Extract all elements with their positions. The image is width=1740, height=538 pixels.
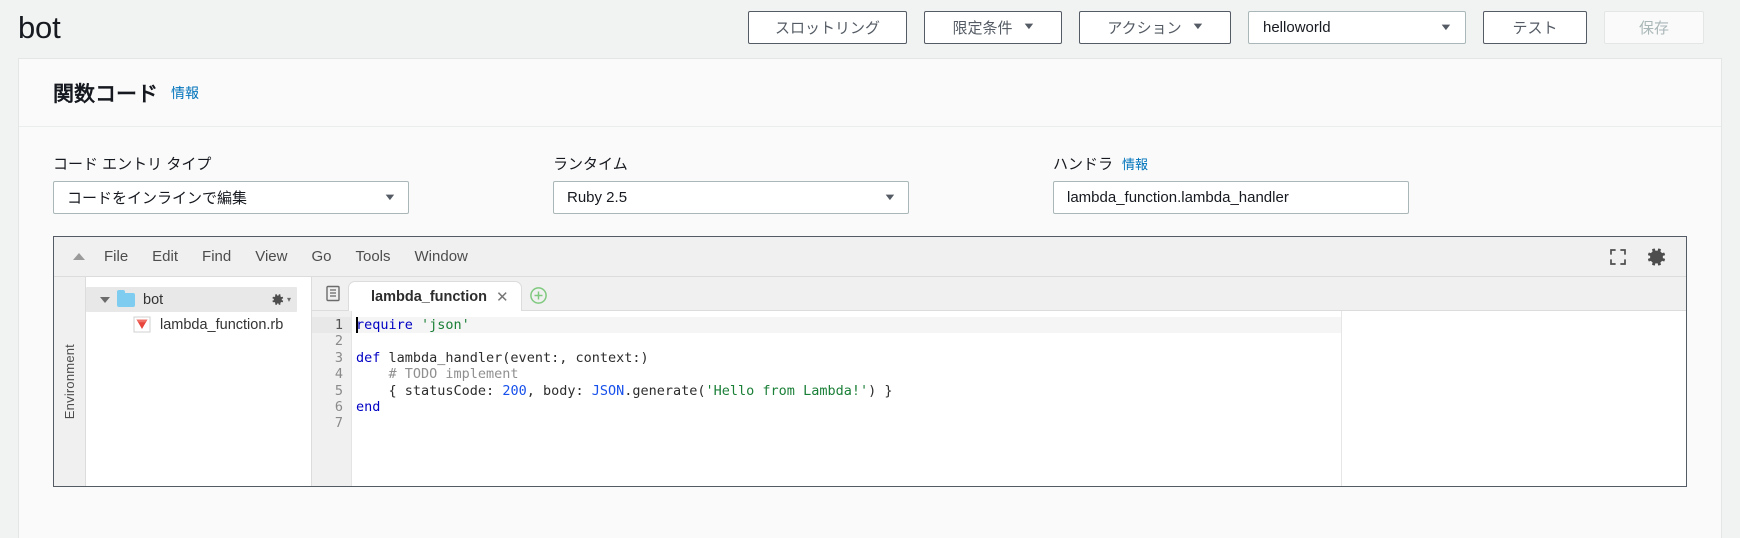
- environment-rail-label: Environment: [62, 343, 77, 420]
- menu-item-find[interactable]: Find: [190, 243, 243, 271]
- folder-icon: [117, 289, 135, 307]
- handler-input[interactable]: lambda_function.lambda_handler: [1053, 181, 1409, 214]
- throttle-button-label: スロットリング: [774, 19, 880, 37]
- runtime-field: ランタイム Ruby 2.5 ▼: [553, 153, 1053, 214]
- test-button-label: テスト: [1512, 19, 1558, 37]
- code-token-end: end: [356, 399, 381, 416]
- code-token-status-b: , body:: [526, 382, 592, 399]
- top-toolbar: bot スロットリング 限定条件 ▼ アクション ▼ helloworld ▼ …: [0, 0, 1740, 54]
- line-number: 1: [312, 317, 351, 334]
- handler-label-text: ハンドラ: [1053, 155, 1114, 173]
- throttle-button[interactable]: スロットリング: [748, 10, 907, 44]
- runtime-select[interactable]: Ruby 2.5 ▼: [553, 181, 909, 214]
- handler-info-link[interactable]: 情報: [1122, 154, 1148, 173]
- panel-header: 関数コード 情報: [19, 59, 1721, 127]
- save-button-label: 保存: [1638, 19, 1669, 37]
- code-token-require: require: [356, 317, 413, 333]
- collapse-menu-button[interactable]: [66, 244, 92, 270]
- actions-button-label: アクション: [1107, 19, 1182, 37]
- text-cursor: [356, 317, 358, 333]
- line-number: 5: [334, 382, 343, 399]
- cloud9-editor: File Edit Find View Go Tools Window Envi…: [53, 236, 1687, 487]
- chevron-down-icon: ▼: [382, 192, 398, 203]
- editor-body: Environment bot ▾ lambda_function.rb lam…: [54, 277, 1686, 486]
- editor-main: lambda_function ✕ 1 2 3 4 5 6 7 require …: [312, 277, 1686, 486]
- code-token-200: 200: [502, 382, 527, 399]
- code-config-form: コード エントリ タイプ コードをインラインで編集 ▼ ランタイム Ruby 2…: [19, 127, 1721, 214]
- triangle-down-icon: [100, 296, 110, 303]
- tree-gear-button[interactable]: ▾: [270, 292, 291, 307]
- code-entry-type-select[interactable]: コードをインラインで編集 ▼: [53, 181, 409, 214]
- test-button[interactable]: テスト: [1483, 10, 1587, 44]
- code-token-def: def: [356, 349, 381, 366]
- chevron-down-icon: ▼: [1190, 21, 1205, 32]
- handler-field: ハンドラ 情報 lambda_function.lambda_handler: [1053, 153, 1409, 214]
- line-number: 7: [334, 415, 343, 432]
- code-token-status-d: ) }: [868, 382, 893, 399]
- chevron-down-icon: ▼: [882, 192, 898, 203]
- code-content[interactable]: require 'json' def lambda_handler(event:…: [352, 311, 1686, 486]
- line-number-gutter: 1 2 3 4 5 6 7: [312, 311, 352, 486]
- handler-input-value: lambda_function.lambda_handler: [1067, 189, 1289, 206]
- qualifier-dropdown-button[interactable]: 限定条件 ▼: [924, 10, 1062, 44]
- page-title: bot: [18, 9, 61, 45]
- tab-list-icon[interactable]: [318, 276, 348, 310]
- gear-icon[interactable]: [1644, 245, 1668, 269]
- menu-item-go[interactable]: Go: [299, 243, 343, 271]
- code-token-status-a: { statusCode:: [356, 382, 503, 399]
- code-token-comment: # TODO implement: [356, 366, 519, 383]
- menu-item-window[interactable]: Window: [403, 243, 480, 271]
- code-token-signature: lambda_handler(event:, context:): [380, 349, 649, 366]
- tree-row-file-lambda-function[interactable]: lambda_function.rb: [86, 312, 311, 337]
- menu-item-tools[interactable]: Tools: [343, 243, 402, 271]
- environment-rail[interactable]: Environment: [54, 277, 86, 486]
- editor-menubar: File Edit Find View Go Tools Window: [54, 237, 1686, 277]
- tab-lambda-function[interactable]: lambda_function ✕: [348, 281, 522, 311]
- code-entry-type-value: コードをインラインで編集: [67, 190, 248, 207]
- editor-tabbar: lambda_function ✕: [312, 277, 1686, 311]
- save-button[interactable]: 保存: [1604, 10, 1704, 44]
- chevron-down-icon: ▾: [286, 295, 291, 304]
- actions-dropdown-button[interactable]: アクション ▼: [1079, 10, 1231, 44]
- tree-row-folder-bot[interactable]: bot ▾: [86, 287, 297, 312]
- code-editor-area[interactable]: 1 2 3 4 5 6 7 require 'json' def lambda_…: [312, 311, 1686, 486]
- tree-file-label: lambda_function.rb: [160, 316, 284, 333]
- line-number: 6: [334, 399, 343, 416]
- editor-menubar-right: [1608, 245, 1674, 269]
- code-entry-type-label: コード エントリ タイプ: [53, 155, 212, 173]
- runtime-value: Ruby 2.5: [567, 189, 628, 206]
- chevron-down-icon: ▼: [1438, 21, 1454, 33]
- ruby-file-icon: [132, 316, 151, 334]
- function-code-panel: 関数コード 情報 コード エントリ タイプ コードをインラインで編集 ▼ ランタ…: [18, 58, 1722, 538]
- line-number: 3: [334, 349, 343, 366]
- code-fold-margin: [1341, 311, 1686, 486]
- tab-label: lambda_function: [371, 288, 488, 305]
- menu-item-edit[interactable]: Edit: [140, 243, 190, 271]
- file-tree: bot ▾ lambda_function.rb: [86, 277, 312, 486]
- fullscreen-icon[interactable]: [1608, 247, 1628, 267]
- line-number: 4: [334, 366, 343, 383]
- code-token-json-class: JSON: [591, 382, 625, 399]
- qualifier-button-label: 限定条件: [952, 19, 1013, 37]
- line-number: 2: [334, 333, 343, 350]
- close-icon[interactable]: ✕: [496, 288, 509, 306]
- panel-info-link[interactable]: 情報: [171, 83, 199, 103]
- code-token-json-string: 'json': [421, 317, 470, 333]
- menu-item-file[interactable]: File: [92, 243, 140, 271]
- chevron-down-icon: ▼: [1021, 21, 1036, 32]
- handler-label: ハンドラ 情報: [1053, 153, 1409, 173]
- code-entry-type-field: コード エントリ タイプ コードをインラインで編集 ▼: [53, 153, 553, 214]
- add-tab-icon[interactable]: [522, 280, 556, 310]
- test-event-value: helloworld: [1263, 18, 1331, 36]
- code-token-status-c: .generate(: [624, 382, 706, 399]
- code-token-hello-string: 'Hello from Lambda!': [705, 382, 869, 399]
- tree-folder-label: bot: [143, 291, 164, 308]
- menu-item-view[interactable]: View: [243, 243, 299, 271]
- test-event-select[interactable]: helloworld ▼: [1248, 10, 1466, 44]
- triangle-up-icon: [73, 253, 85, 260]
- panel-title: 関数コード: [53, 82, 158, 106]
- runtime-label: ランタイム: [553, 155, 628, 173]
- topbar-actions-group: スロットリング 限定条件 ▼ アクション ▼ helloworld ▼ テスト …: [748, 10, 1704, 44]
